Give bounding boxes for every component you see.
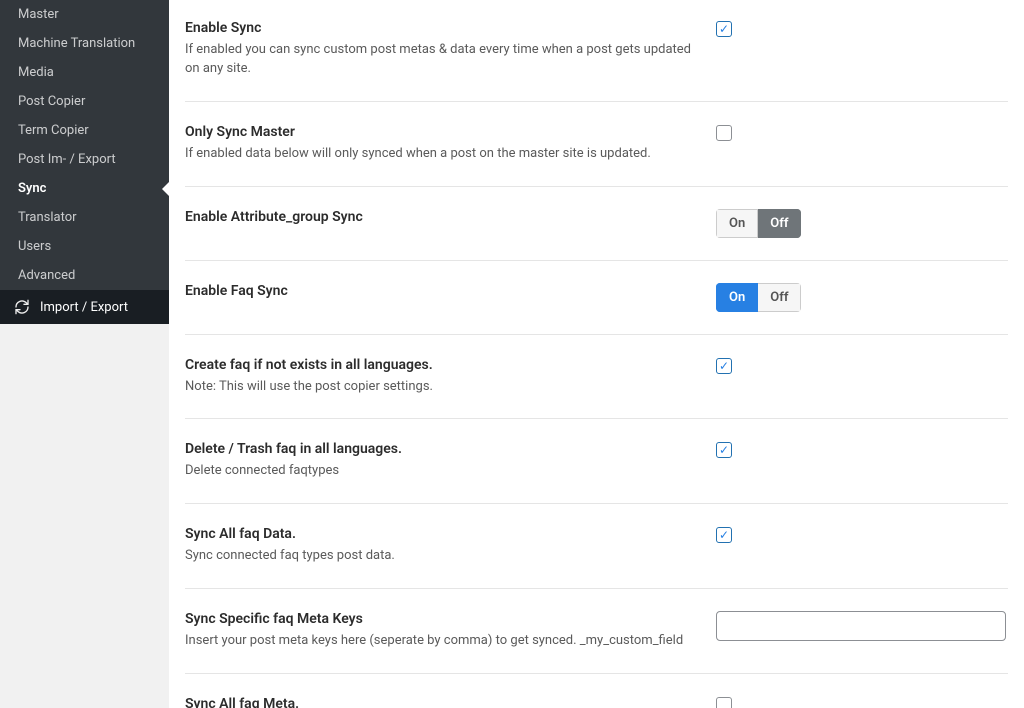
setting-title: Enable Faq Sync: [185, 283, 700, 299]
setting-title: Enable Sync: [185, 20, 700, 36]
sidebar-item-users[interactable]: Users: [0, 232, 169, 261]
setting-label: Enable Attribute_group Sync: [185, 209, 716, 230]
setting-row-only-sync-master: Only Sync Master If enabled data below w…: [185, 102, 1008, 187]
sidebar-item-label: Media: [18, 65, 54, 80]
setting-label: Enable Sync If enabled you can sync cust…: [185, 20, 716, 79]
checkmark-icon: ✓: [719, 444, 729, 456]
toggle-off[interactable]: Off: [758, 209, 801, 238]
setting-title: Enable Attribute_group Sync: [185, 209, 700, 225]
setting-title: Sync Specific faq Meta Keys: [185, 611, 700, 627]
setting-title: Only Sync Master: [185, 124, 700, 140]
setting-row-enable-sync: Enable Sync If enabled you can sync cust…: [185, 0, 1008, 102]
sidebar-item-master[interactable]: Master: [0, 0, 169, 29]
setting-label: Only Sync Master If enabled data below w…: [185, 124, 716, 164]
setting-desc: Insert your post meta keys here (seperat…: [185, 632, 700, 651]
sidebar-item-import-export[interactable]: Import / Export: [0, 290, 169, 324]
sidebar-item-sync[interactable]: Sync: [0, 174, 169, 203]
setting-control: ✓: [716, 357, 1008, 375]
checkmark-icon: ✓: [719, 529, 729, 541]
sidebar-item-label: Post Copier: [18, 94, 85, 109]
setting-label: Delete / Trash faq in all languages. Del…: [185, 441, 716, 481]
sidebar-item-machine-translation[interactable]: Machine Translation: [0, 29, 169, 58]
setting-row-sync-specific-meta-keys: Sync Specific faq Meta Keys Insert your …: [185, 589, 1008, 674]
setting-desc: Delete connected faqtypes: [185, 462, 700, 481]
checkbox-create-faq[interactable]: ✓: [716, 358, 732, 374]
sidebar-fill: [0, 324, 169, 708]
setting-title: Delete / Trash faq in all languages.: [185, 441, 700, 457]
sidebar: Master Machine Translation Media Post Co…: [0, 0, 169, 708]
setting-control: ✓: [716, 526, 1008, 544]
setting-title: Create faq if not exists in all language…: [185, 357, 700, 373]
refresh-icon: [12, 299, 32, 315]
sidebar-item-label: Master: [18, 7, 59, 22]
sidebar-submenu: Master Machine Translation Media Post Co…: [0, 0, 169, 290]
setting-control: On Off: [716, 283, 1008, 312]
setting-control: [716, 611, 1008, 641]
setting-row-enable-attribute-group-sync: Enable Attribute_group Sync On Off: [185, 187, 1008, 261]
setting-control: ✓: [716, 696, 1008, 708]
sidebar-item-label: Import / Export: [40, 300, 128, 315]
toggle-on[interactable]: On: [716, 283, 758, 312]
sidebar-item-translator[interactable]: Translator: [0, 203, 169, 232]
setting-title: Sync All faq Data.: [185, 526, 700, 542]
setting-control: ✓: [716, 124, 1008, 142]
toggle-off[interactable]: Off: [758, 283, 801, 312]
setting-row-sync-all-faq-data: Sync All faq Data. Sync connected faq ty…: [185, 504, 1008, 589]
setting-title: Sync All faq Meta.: [185, 696, 700, 708]
setting-control: ✓: [716, 20, 1008, 38]
sidebar-item-label: Machine Translation: [18, 36, 135, 51]
setting-desc: If enabled data below will only synced w…: [185, 145, 700, 164]
sidebar-item-label: Users: [18, 239, 51, 254]
setting-label: Sync All faq Meta. Sync all faq post met…: [185, 696, 716, 708]
checkbox-sync-all-faq-meta[interactable]: ✓: [716, 697, 732, 708]
sidebar-item-term-copier[interactable]: Term Copier: [0, 116, 169, 145]
sidebar-item-post-copier[interactable]: Post Copier: [0, 87, 169, 116]
sidebar-item-advanced[interactable]: Advanced: [0, 261, 169, 290]
setting-control: On Off: [716, 209, 1008, 238]
setting-desc: Note: This will use the post copier sett…: [185, 378, 700, 397]
settings-panel: Enable Sync If enabled you can sync cust…: [169, 0, 1024, 708]
sidebar-item-label: Post Im- / Export: [18, 152, 116, 167]
sidebar-item-label: Sync: [18, 181, 46, 196]
toggle-attribute-group-sync: On Off: [716, 209, 801, 238]
setting-row-delete-faq: Delete / Trash faq in all languages. Del…: [185, 419, 1008, 504]
checkmark-icon: ✓: [719, 23, 729, 35]
setting-desc: If enabled you can sync custom post meta…: [185, 41, 700, 79]
sidebar-item-label: Translator: [18, 210, 77, 225]
checkmark-icon: ✓: [719, 360, 729, 372]
checkbox-sync-all-faq-data[interactable]: ✓: [716, 527, 732, 543]
checkbox-delete-faq[interactable]: ✓: [716, 442, 732, 458]
input-sync-specific-meta-keys[interactable]: [716, 611, 1006, 641]
setting-control: ✓: [716, 441, 1008, 459]
sidebar-item-label: Advanced: [18, 268, 75, 283]
setting-label: Enable Faq Sync: [185, 283, 716, 304]
sidebar-item-label: Term Copier: [18, 123, 89, 138]
setting-label: Create faq if not exists in all language…: [185, 357, 716, 397]
checkbox-enable-sync[interactable]: ✓: [716, 21, 732, 37]
sidebar-item-media[interactable]: Media: [0, 58, 169, 87]
setting-row-sync-all-faq-meta: Sync All faq Meta. Sync all faq post met…: [185, 674, 1008, 708]
setting-label: Sync Specific faq Meta Keys Insert your …: [185, 611, 716, 651]
toggle-faq-sync: On Off: [716, 283, 801, 312]
setting-desc: Sync connected faq types post data.: [185, 547, 700, 566]
setting-label: Sync All faq Data. Sync connected faq ty…: [185, 526, 716, 566]
checkbox-only-sync-master[interactable]: ✓: [716, 125, 732, 141]
sidebar-item-post-im-export[interactable]: Post Im- / Export: [0, 145, 169, 174]
setting-row-enable-faq-sync: Enable Faq Sync On Off: [185, 261, 1008, 335]
setting-row-create-faq: Create faq if not exists in all language…: [185, 335, 1008, 420]
toggle-on[interactable]: On: [716, 209, 758, 238]
